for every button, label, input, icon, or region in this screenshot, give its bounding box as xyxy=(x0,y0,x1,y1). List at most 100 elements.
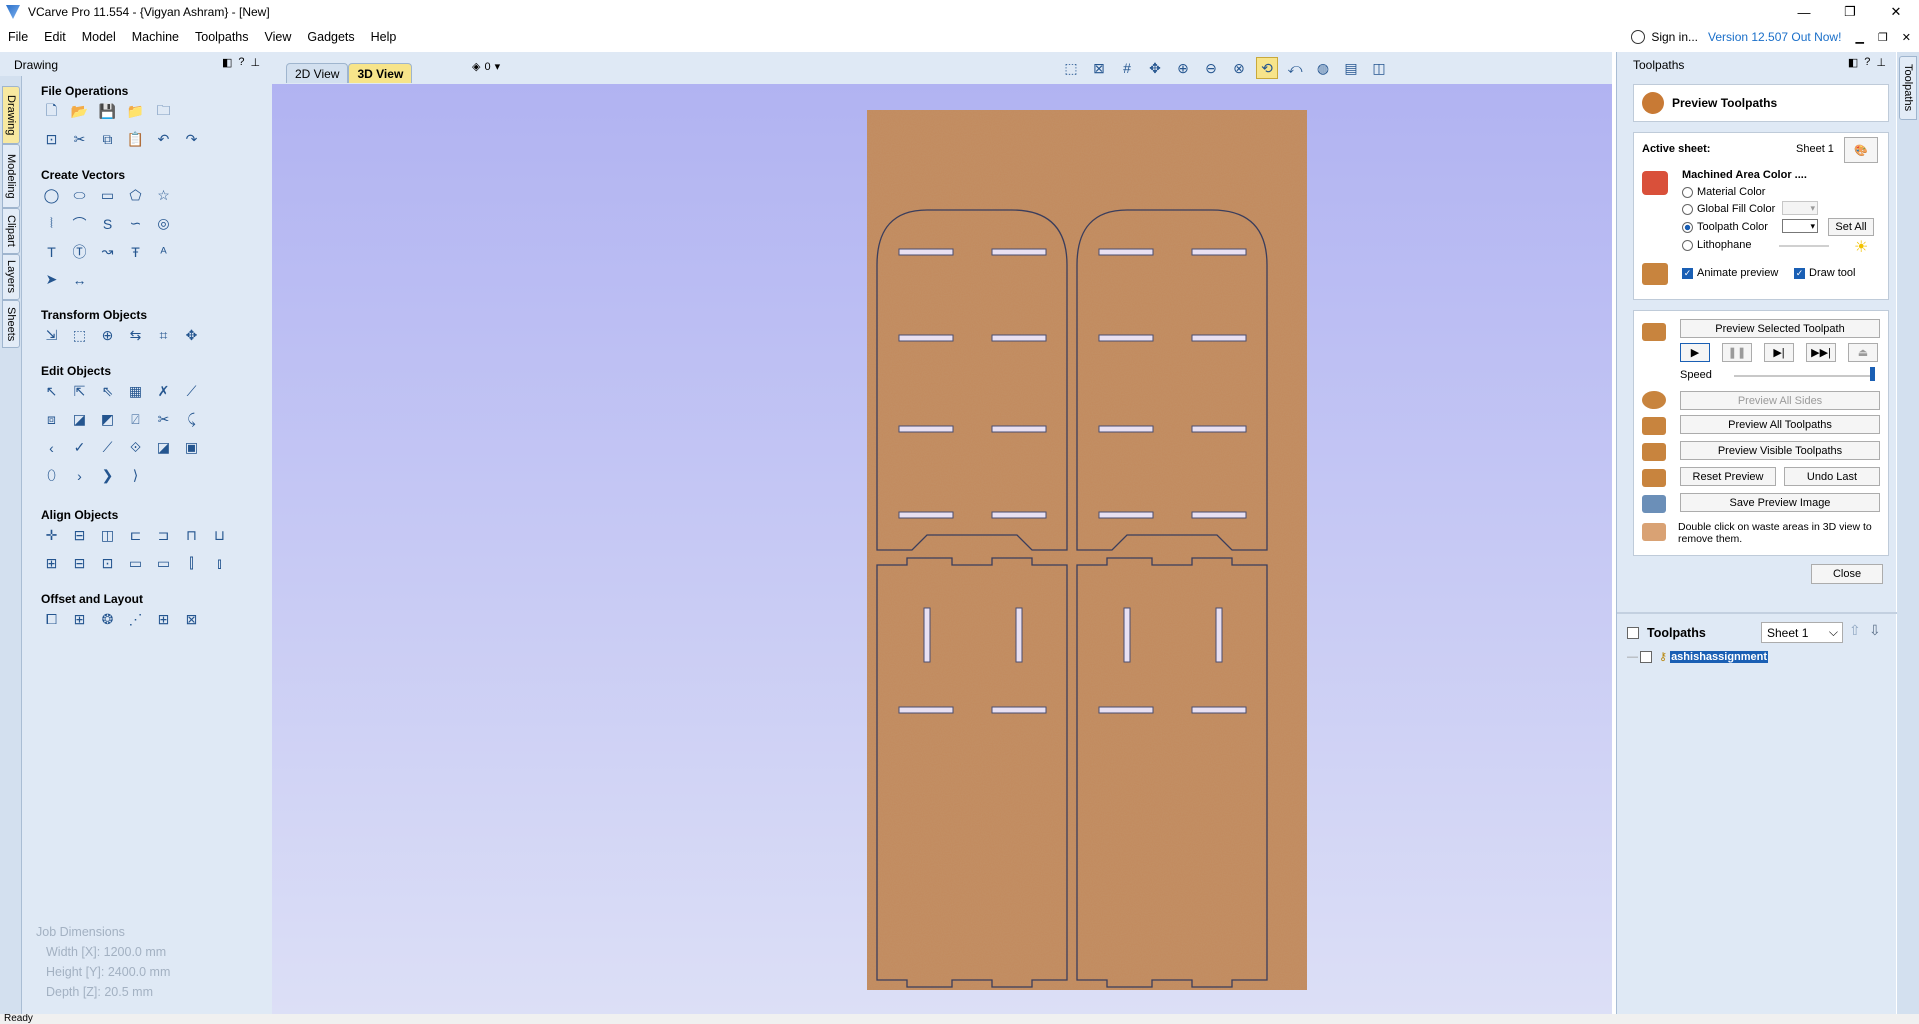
fillet-icon[interactable]: ⤹ xyxy=(182,410,201,429)
copy-icon[interactable]: ⧉ xyxy=(98,130,117,149)
zoom-extents-icon[interactable]: ⊠ xyxy=(1088,57,1110,79)
preview-all-sides-button[interactable]: Preview All Sides xyxy=(1680,391,1880,410)
text-icon[interactable]: T xyxy=(42,242,61,261)
fit-curves-icon[interactable]: ◪ xyxy=(154,438,173,457)
star-icon[interactable]: ☆ xyxy=(154,186,173,205)
version-link[interactable]: Version 12.507 Out Now! xyxy=(1708,30,1841,44)
text-arc-icon[interactable]: ᴬ xyxy=(154,242,173,261)
polyline-icon[interactable]: ⦚ xyxy=(42,214,61,233)
array-copy-icon[interactable]: ⊞ xyxy=(70,610,89,629)
mirror-icon[interactable]: ⇆ xyxy=(126,326,145,345)
trim-icon[interactable]: ⍁ xyxy=(126,410,145,429)
create-tiles-icon[interactable]: ⊠ xyxy=(182,610,201,629)
measure-icon[interactable]: ⟋ xyxy=(182,382,201,401)
align-bottom-icon[interactable]: ⊔ xyxy=(210,526,229,545)
option-global-fill-color[interactable]: Global Fill Color xyxy=(1682,203,1775,215)
option-lithophane[interactable]: Lithophane xyxy=(1682,239,1751,251)
palette-button[interactable]: 🎨 xyxy=(1844,137,1878,163)
cut-icon[interactable]: ✂ xyxy=(70,130,89,149)
import-bitmap-icon[interactable]: 🗀 xyxy=(154,102,173,121)
layout-icon[interactable]: ◫ xyxy=(1368,57,1390,79)
text-on-curve-icon[interactable]: ↝ xyxy=(98,242,117,261)
show-toolpaths-icon[interactable]: ⟲ xyxy=(1256,57,1278,79)
scissors-icon[interactable]: ✂ xyxy=(154,410,173,429)
preview-visible-toolpaths-button[interactable]: Preview Visible Toolpaths xyxy=(1680,441,1880,460)
join-icon[interactable]: ‹ xyxy=(42,438,61,457)
spline-icon[interactable]: S xyxy=(98,214,117,233)
save-icon[interactable]: 💾 xyxy=(98,102,117,121)
import-vectors-icon[interactable]: 📁 xyxy=(126,102,145,121)
close-window-button[interactable]: ✕ xyxy=(1873,0,1919,24)
shading-icon[interactable]: ◍ xyxy=(1312,57,1334,79)
space-vertical-icon[interactable]: ▭ xyxy=(154,554,173,573)
intersect-icon[interactable]: ◩ xyxy=(98,410,117,429)
menu-gadgets[interactable]: Gadgets xyxy=(299,30,362,44)
subtract-icon[interactable]: ◪ xyxy=(70,410,89,429)
dogbone-icon[interactable]: ✓ xyxy=(70,438,89,457)
zoom-out-icon[interactable]: ⊖ xyxy=(1200,57,1222,79)
redo-icon[interactable]: ↷ xyxy=(182,130,201,149)
move-up-icon[interactable]: ⇧ xyxy=(1849,622,1861,639)
zoom-fit-icon[interactable]: ⊗ xyxy=(1228,57,1250,79)
align-right-icon[interactable]: ⊐ xyxy=(154,526,173,545)
nest-icon[interactable]: ⟐ xyxy=(126,438,145,457)
tab-sheets[interactable]: Sheets xyxy=(2,300,20,348)
offset-icon[interactable]: ⧠ xyxy=(42,610,61,629)
space-horizontal-icon[interactable]: ▭ xyxy=(126,554,145,573)
curve-fit-icon[interactable]: ❯ xyxy=(98,466,117,485)
open-file-icon[interactable]: 📂 xyxy=(70,102,89,121)
panel-autohide-icon[interactable]: ◧ xyxy=(222,56,232,69)
global-fill-color-picker[interactable]: ▾ xyxy=(1782,201,1818,215)
tab-2d-view[interactable]: 2D View xyxy=(286,63,349,83)
sheet-select[interactable]: Sheet 1 ⌵ xyxy=(1761,622,1843,643)
zoom-box-icon[interactable]: ⬚ xyxy=(1060,57,1082,79)
extend-icon[interactable]: ⟋ xyxy=(98,438,117,457)
distribute-bottom-icon[interactable]: ⫾ xyxy=(210,554,229,573)
new-file-icon[interactable]: 🗋 xyxy=(42,102,61,121)
panel-help-icon[interactable]: ? xyxy=(238,56,244,69)
panel-pin-icon[interactable]: ⊥ xyxy=(251,56,261,69)
move-down-icon[interactable]: ⇩ xyxy=(1869,622,1881,639)
pan-icon[interactable]: ✥ xyxy=(1144,57,1166,79)
draw-arrow-icon[interactable]: ➤ xyxy=(42,270,61,289)
menu-model[interactable]: Model xyxy=(74,30,124,44)
transform-center-icon[interactable]: ✥ xyxy=(182,326,201,345)
speed-slider-thumb[interactable] xyxy=(1870,367,1875,381)
select-icon[interactable]: ↖ xyxy=(42,382,61,401)
speed-slider[interactable] xyxy=(1734,375,1874,377)
nesting-icon[interactable]: ⊞ xyxy=(154,610,173,629)
curve-icon[interactable]: ⌒ xyxy=(70,214,89,233)
save-preview-image-button[interactable]: Save Preview Image xyxy=(1680,493,1880,512)
polygon-icon[interactable]: ⬠ xyxy=(126,186,145,205)
option-material-color[interactable]: Material Color xyxy=(1682,186,1765,198)
tab-toolpaths[interactable]: Toolpaths xyxy=(1899,56,1917,120)
radio-toolpath-color[interactable] xyxy=(1682,221,1693,233)
grid-icon[interactable]: # xyxy=(1116,57,1138,79)
distort-icon[interactable]: ⌗ xyxy=(154,326,173,345)
toolpath-list-item[interactable]: — ⚷ ashishassignment xyxy=(1627,650,1769,663)
sign-in-link[interactable]: Sign in... xyxy=(1631,30,1698,44)
pause-button[interactable]: ❚❚ xyxy=(1722,343,1752,362)
animate-preview-checkbox[interactable]: ✓ Animate preview xyxy=(1682,267,1778,279)
toolpath-color-picker[interactable]: ▾ xyxy=(1782,219,1818,233)
menu-machine[interactable]: Machine xyxy=(124,30,187,44)
toolpath-item-checkbox[interactable] xyxy=(1640,650,1652,663)
align-left-icon[interactable]: ⊏ xyxy=(126,526,145,545)
align-vertical-icon[interactable]: ◫ xyxy=(98,526,117,545)
tab-drawing[interactable]: Drawing xyxy=(2,86,20,144)
mdi-minimize-icon[interactable]: ▁ xyxy=(1855,31,1863,44)
smooth-icon[interactable]: ⬯ xyxy=(42,466,61,485)
tab-modeling[interactable]: Modeling xyxy=(2,144,20,208)
radio-material-color[interactable] xyxy=(1682,186,1693,198)
close-vector-icon[interactable]: › xyxy=(70,466,89,485)
menu-view[interactable]: View xyxy=(257,30,300,44)
split-view-icon[interactable]: ▤ xyxy=(1340,57,1362,79)
preview-all-toolpaths-button[interactable]: Preview All Toolpaths xyxy=(1680,415,1880,434)
eject-button[interactable]: ⏏ xyxy=(1848,343,1878,362)
panel-pin-icon[interactable]: ⊥ xyxy=(1876,56,1886,69)
reset-preview-button[interactable]: Reset Preview xyxy=(1680,467,1776,486)
job-setup-icon[interactable]: ⊡ xyxy=(42,130,61,149)
zoom-in-icon[interactable]: ⊕ xyxy=(1172,57,1194,79)
set-size-icon[interactable]: ⬚ xyxy=(70,326,89,345)
tab-clipart[interactable]: Clipart xyxy=(2,208,20,254)
